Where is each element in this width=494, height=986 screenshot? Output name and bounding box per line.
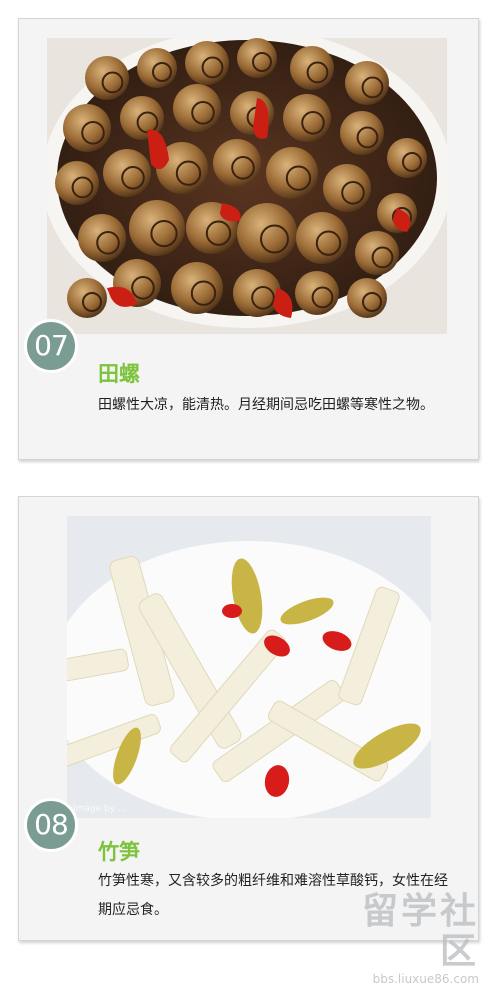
snail-shell (296, 212, 348, 264)
site-watermark-logo: 留学社区 bbs.liuxue86.com (327, 892, 479, 986)
item-number-badge: 07 (24, 319, 78, 373)
snail-shell (173, 84, 221, 132)
site-logo-text: 留学社区 (361, 891, 479, 972)
snail-shell (63, 104, 111, 152)
snail-shell (213, 139, 261, 187)
snail-shell (323, 164, 371, 212)
snails-photo (47, 38, 447, 334)
food-card-07: 07 田螺 田螺性大凉，能清热。月经期间忌吃田螺等寒性之物。 (18, 18, 479, 460)
item-number-badge: 08 (24, 798, 78, 852)
snail-shell (233, 269, 281, 317)
item-description: 田螺性大凉，能清热。月经期间忌吃田螺等寒性之物。 (98, 397, 434, 413)
photo-watermark: Image by ... (73, 804, 127, 814)
snail-shell (171, 262, 223, 314)
snail-shell (283, 94, 331, 142)
item-title: 田螺 (98, 362, 140, 386)
snail-shell (237, 203, 297, 263)
bamboo-shoots-photo: Image by ... (67, 516, 431, 818)
item-title: 竹笋 (98, 840, 140, 864)
snails-illustration (47, 38, 447, 334)
bamboo-shoots-illustration (67, 516, 431, 818)
snail-shell (78, 214, 126, 262)
snail-shell (129, 200, 185, 256)
site-url: bbs.liuxue86.com (372, 972, 479, 986)
snail-shell (266, 147, 318, 199)
snail-shell (103, 149, 151, 197)
food-card-08: Image by ... 08 竹笋 竹笋性寒，又含较多的粗纤维和难溶性草酸钙，… (18, 496, 479, 941)
